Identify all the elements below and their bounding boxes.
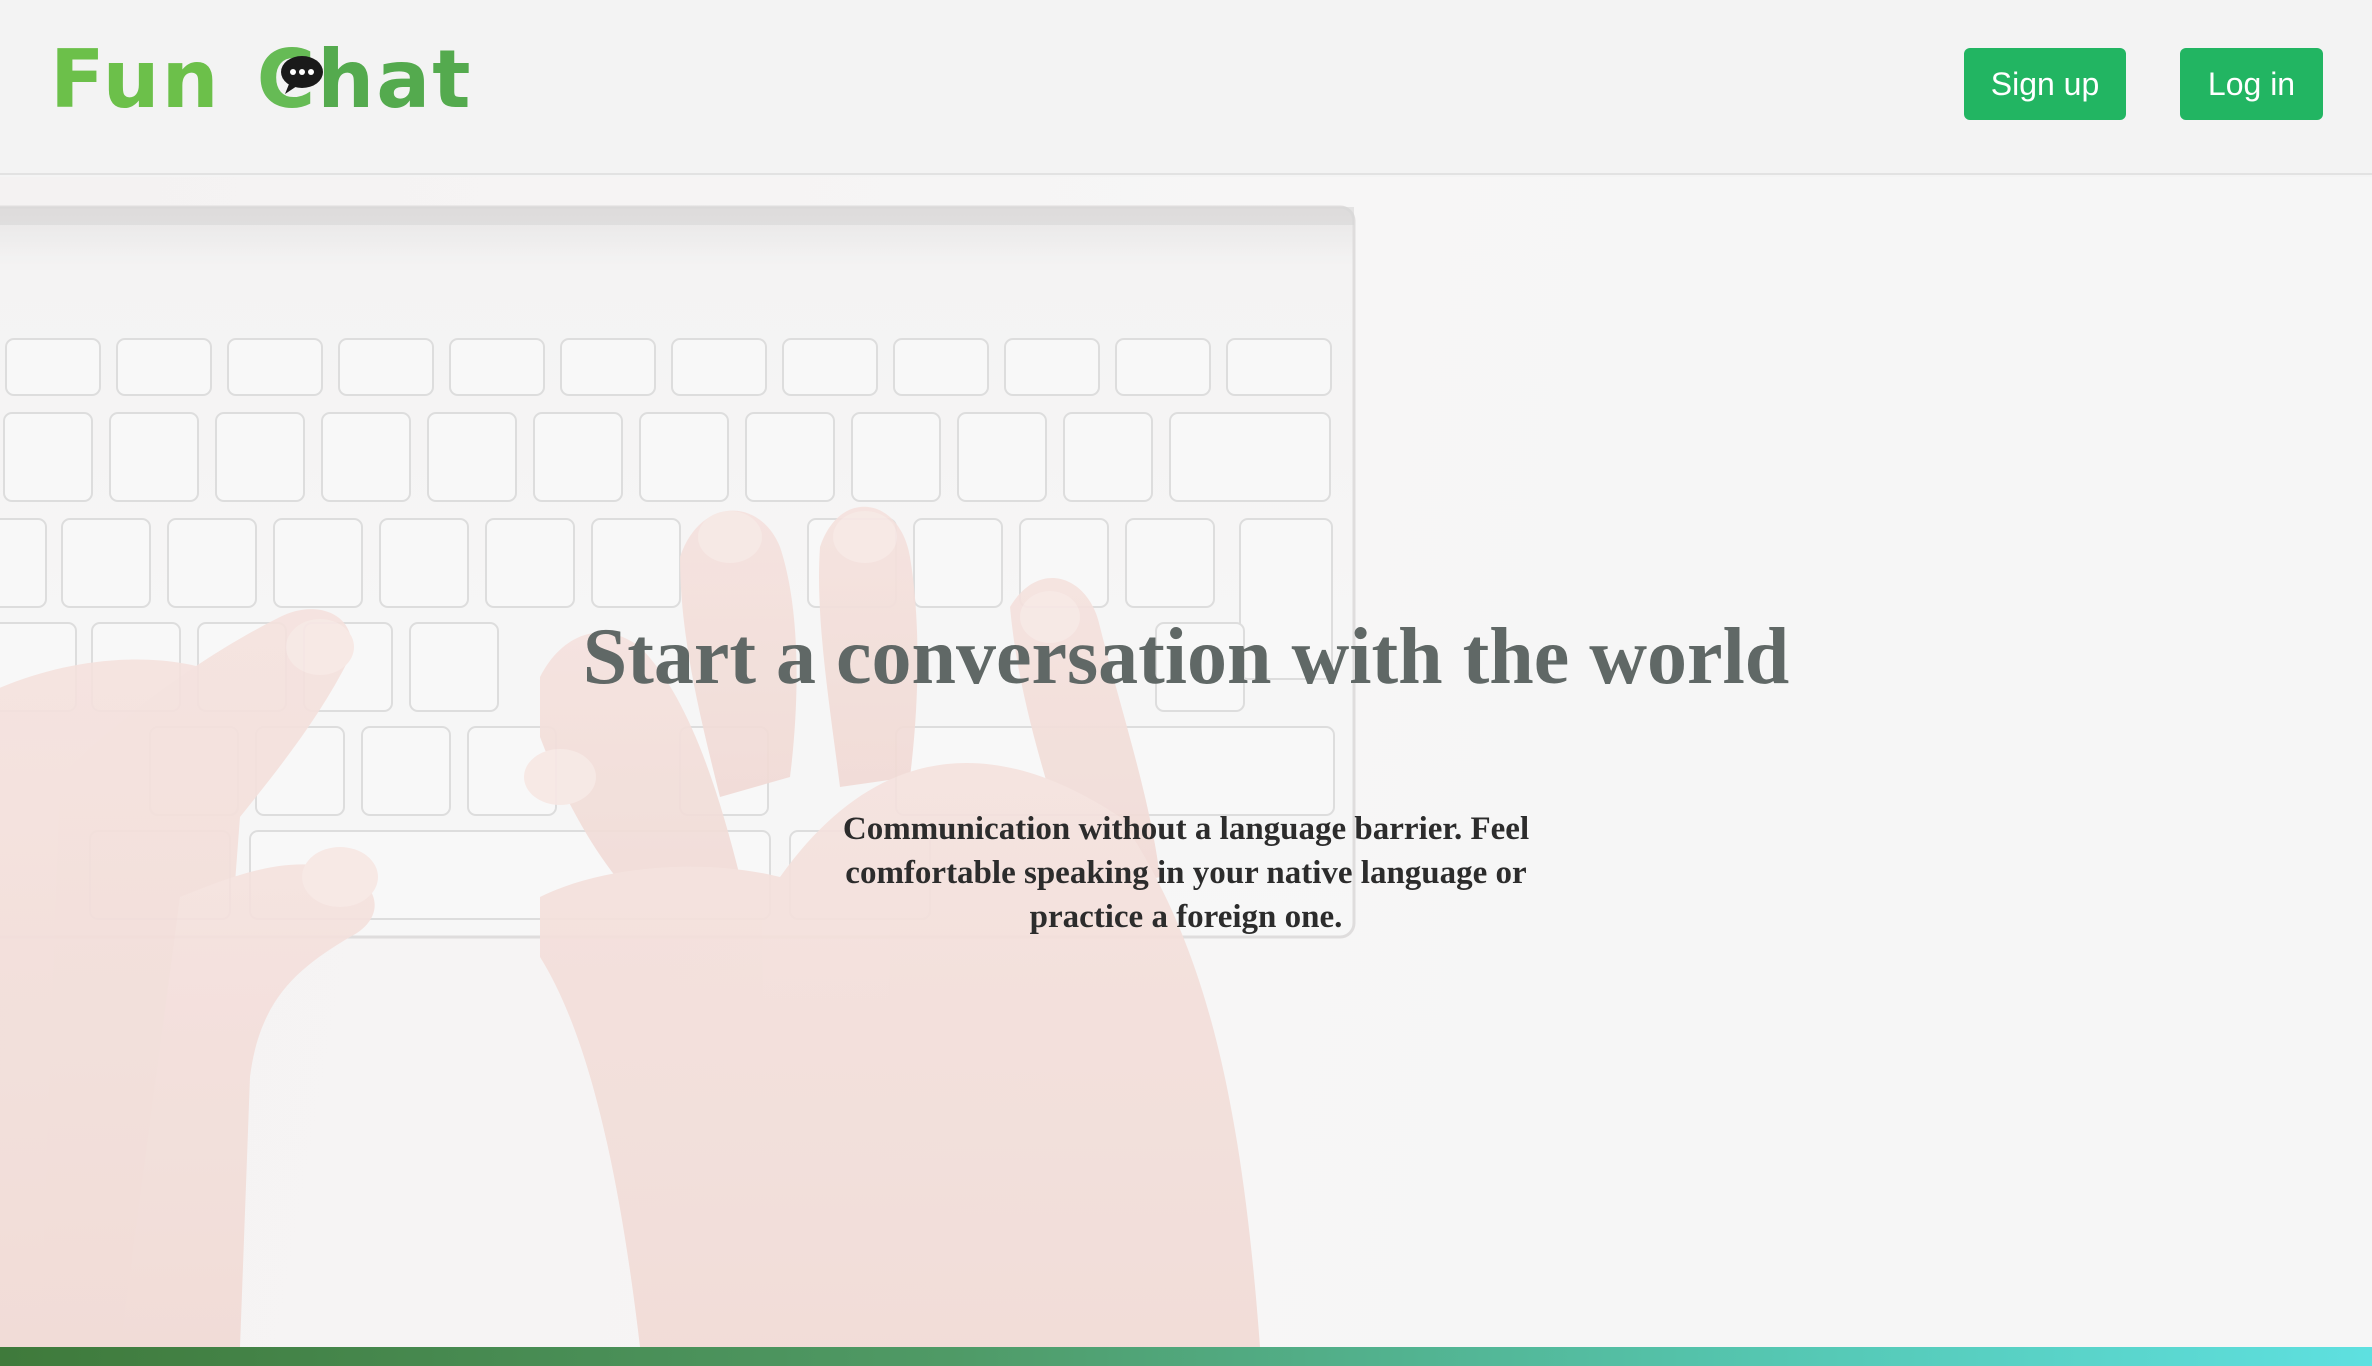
speech-bubble-icon <box>280 56 323 94</box>
keyboard-hands-background-image <box>0 177 2372 1347</box>
hero-subtitle: Communication without a language barrier… <box>842 811 1530 935</box>
log-in-button[interactable]: Log in <box>2180 48 2323 120</box>
logo-word-hat: hat <box>317 33 473 126</box>
sign-up-button[interactable]: Sign up <box>1964 48 2126 120</box>
fun-chat-logo[interactable]: Fun C hat <box>50 40 472 120</box>
top-navbar: Fun C hat Sign up Log in <box>0 0 2372 175</box>
logo-letter-c: C <box>257 40 323 120</box>
hero-section: Start a conversation with the world Comm… <box>0 177 2372 1347</box>
bottom-gradient-bar <box>0 1347 2372 1366</box>
logo-word-fun: Fun <box>50 33 221 126</box>
hero-title: Start a conversation with the world <box>582 613 1790 701</box>
